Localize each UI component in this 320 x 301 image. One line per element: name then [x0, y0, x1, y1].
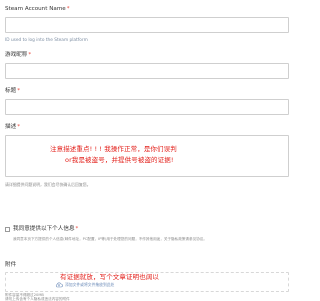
game-name-label: 游戏昵称*: [5, 52, 31, 59]
game-name-label-text: 游戏昵称: [5, 52, 28, 58]
required-asterisk: *: [17, 88, 20, 94]
description-hint: 请详细提供问题说明，我们会尽快确认后回复您。: [5, 182, 91, 187]
description-label-text: 描述: [5, 124, 17, 130]
upload-text: 添加文件或将文件拖放到此处: [65, 282, 115, 287]
steam-account-name-hint: ID used to log into the Steam platform: [5, 38, 88, 43]
attachment-label: 附件: [5, 262, 17, 268]
description-annotation-line2: or我是被盗号，并提供号被盗的证据!: [65, 156, 174, 164]
title-label-text: 标题: [5, 88, 17, 94]
upload-link[interactable]: 添加文件或将文件拖放到此处: [55, 282, 114, 288]
required-asterisk: *: [28, 52, 32, 58]
steam-account-name-input[interactable]: [5, 17, 289, 33]
required-asterisk: *: [66, 6, 70, 12]
personal-info-label-text: 我同意提供以下个人信息: [13, 226, 75, 232]
required-asterisk: *: [75, 226, 79, 232]
cloud-upload-icon: [55, 282, 63, 288]
title-label: 标题*: [5, 88, 20, 95]
steam-account-name-label-text: Steam Account Name: [5, 6, 66, 12]
description-label: 描述*: [5, 124, 20, 131]
description-annotation-line1: 注意描述重点! ! ! 我操作正常，是你们误判: [50, 145, 177, 153]
attachment-annotation: 有证据就放，写个文章证明也阔以: [60, 273, 159, 281]
personal-info-label: 我同意提供以下个人信息*: [13, 226, 78, 233]
personal-info-hint: 我同意本页下方提供的个人信息(邮件地址，PC配置，IP等)用于处理您的问题，不作…: [13, 237, 207, 241]
steam-account-name-label: Steam Account Name*: [5, 6, 70, 13]
required-asterisk: *: [17, 124, 20, 130]
title-input[interactable]: [5, 99, 289, 115]
personal-info-checkbox[interactable]: [5, 227, 10, 232]
game-name-input[interactable]: [5, 63, 289, 79]
attachment-hint-content: 请勿上传含有个人隐私或违法内容的附件: [5, 297, 70, 301]
